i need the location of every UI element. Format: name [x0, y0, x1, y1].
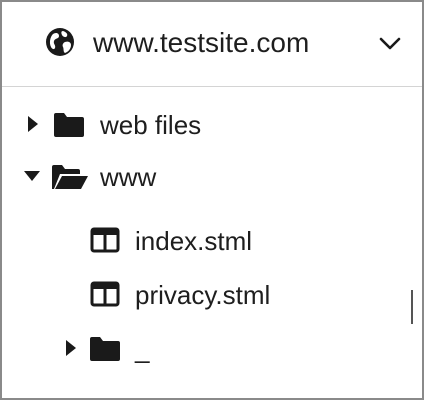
folder-icon — [90, 337, 120, 361]
tree-item-label: web files — [100, 110, 202, 140]
page-layout-icon — [90, 227, 120, 253]
site-name[interactable]: www.testsite.com — [93, 26, 309, 60]
file-tree: web files www index.stml privacy.stml _ — [2, 88, 422, 398]
scrollbar[interactable] — [411, 290, 413, 324]
tree-item-label: _ — [135, 334, 150, 364]
caret-right-icon[interactable] — [60, 338, 80, 358]
tree-item-label: privacy.stml — [135, 280, 271, 310]
folder-open-icon — [52, 165, 88, 189]
tree-item-index-stml[interactable]: index.stml — [2, 217, 422, 265]
page-layout-icon — [90, 281, 120, 307]
site-selector[interactable]: www.testsite.com — [2, 2, 422, 87]
chevron-down-icon[interactable] — [378, 34, 402, 54]
tree-item-privacy-stml[interactable]: privacy.stml — [2, 271, 422, 319]
caret-down-icon[interactable] — [22, 166, 42, 186]
file-tree-panel: www.testsite.com web files www index.stm… — [0, 0, 424, 400]
tree-item-web-files[interactable]: web files — [2, 102, 422, 150]
folder-icon — [54, 113, 84, 137]
globe-icon — [46, 28, 74, 56]
tree-item-label: index.stml — [135, 226, 253, 256]
caret-right-icon[interactable] — [22, 114, 42, 134]
tree-item-label: www — [100, 162, 157, 192]
tree-item-www[interactable]: www — [2, 154, 422, 202]
tree-item-underscore[interactable]: _ — [2, 324, 422, 372]
